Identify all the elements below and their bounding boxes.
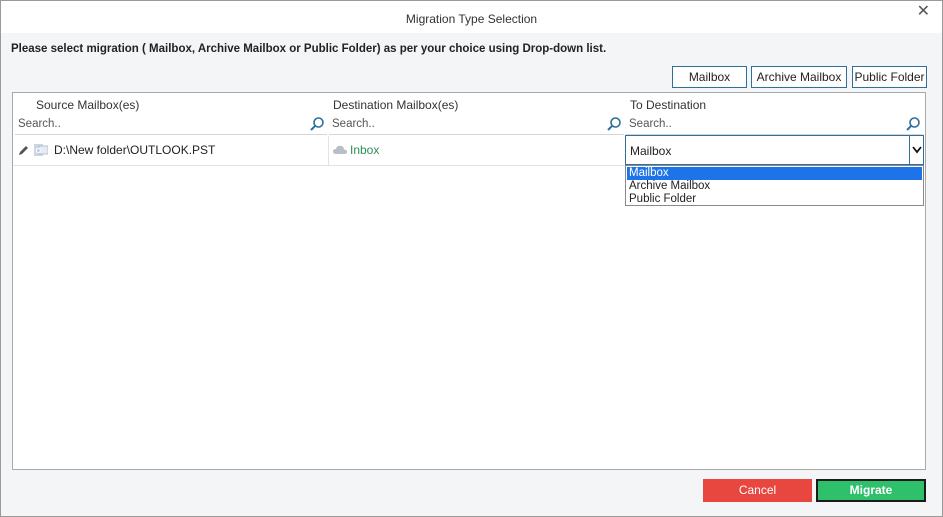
instruction-text: Please select migration ( Mailbox, Archi… — [11, 43, 607, 55]
destination-search-input[interactable]: Search.. — [329, 115, 624, 135]
search-icon[interactable] — [606, 116, 622, 132]
migrate-button[interactable]: Migrate — [816, 479, 926, 502]
column-header-source: Source Mailbox(es) — [36, 98, 140, 112]
outlook-icon: O — [34, 144, 48, 156]
search-icon[interactable] — [309, 116, 325, 132]
to-destination-search-input[interactable]: Search.. — [626, 115, 923, 135]
mailbox-grid: Source Mailbox(es) Destination Mailbox(e… — [12, 92, 926, 470]
cloud-icon — [333, 145, 347, 154]
dropdown-option-mailbox[interactable]: Mailbox — [627, 167, 922, 180]
archive-mailbox-button[interactable]: Archive Mailbox — [751, 66, 847, 88]
source-path: D:\New folder\OUTLOOK.PST — [54, 143, 216, 157]
dialog-title: Migration Type Selection — [405, 12, 538, 26]
dropdown-option-public-folder[interactable]: Public Folder — [627, 193, 922, 206]
close-icon[interactable]: ✕ — [917, 4, 930, 20]
svg-text:O: O — [36, 148, 42, 155]
column-header-to-destination: To Destination — [630, 98, 707, 112]
search-icon[interactable] — [905, 116, 921, 132]
title-bar: Migration Type Selection ✕ — [1, 1, 942, 33]
source-search-input[interactable]: Search.. — [15, 115, 327, 135]
chevron-down-icon[interactable] — [909, 136, 923, 164]
destination-dropdown-list: Mailbox Archive Mailbox Public Folder — [625, 165, 924, 206]
column-header-destination: Destination Mailbox(es) — [333, 98, 459, 112]
column-divider — [328, 136, 329, 166]
destination-name: Inbox — [350, 143, 380, 157]
to-destination-select[interactable]: Mailbox — [625, 135, 924, 165]
public-folder-button[interactable]: Public Folder — [852, 66, 927, 88]
source-search-placeholder: Search.. — [18, 118, 61, 130]
dropdown-option-archive-mailbox[interactable]: Archive Mailbox — [627, 180, 922, 193]
mailbox-button[interactable]: Mailbox — [672, 66, 747, 88]
destination-search-placeholder: Search.. — [332, 118, 375, 130]
cancel-button[interactable]: Cancel — [703, 479, 812, 502]
to-destination-search-placeholder: Search.. — [629, 118, 672, 130]
migration-dialog: Migration Type Selection ✕ Please select… — [0, 0, 943, 517]
pencil-icon[interactable] — [18, 144, 30, 156]
select-value: Mailbox — [630, 144, 672, 158]
